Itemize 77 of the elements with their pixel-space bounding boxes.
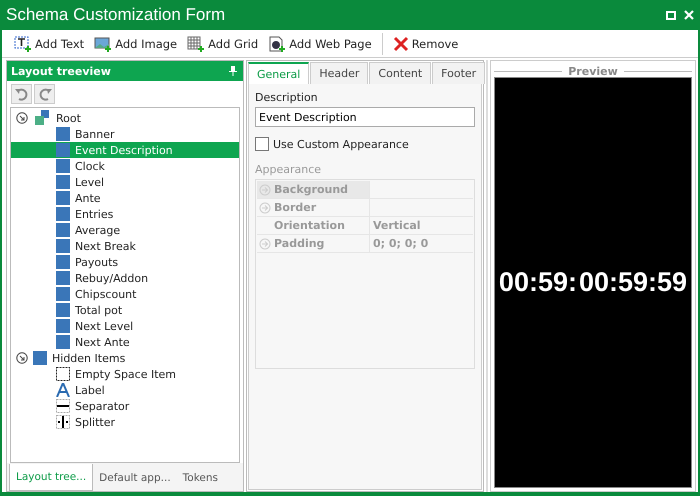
add-button[interactable]: Add Text [10, 34, 88, 54]
panel-tab[interactable]: Tokens [176, 464, 224, 491]
item-icon [56, 223, 70, 237]
separator-icon [56, 399, 70, 413]
window-title: Schema Customization Form [6, 5, 226, 25]
item-icon [56, 319, 70, 333]
expand-toggle-icon[interactable] [16, 112, 28, 124]
splitter-icon [56, 415, 70, 429]
item-icon [56, 191, 70, 205]
property-name: Border [274, 201, 316, 214]
item-icon [56, 159, 70, 173]
add-button[interactable]: Add Web Page [264, 34, 376, 54]
property-value: 0; 0; 0; 0 [373, 237, 428, 250]
clock-text: 00:59:59 [578, 267, 688, 298]
redo-button[interactable] [34, 84, 55, 104]
item-icon [56, 335, 70, 349]
property-value: Vertical [373, 219, 421, 232]
item-icon [56, 143, 70, 157]
tree-item[interactable]: Label [11, 382, 239, 398]
pin-icon[interactable] [229, 66, 237, 76]
preview-title: Preview [568, 64, 618, 78]
tree-item[interactable]: Total pot [11, 302, 239, 318]
group-icon [33, 110, 51, 126]
tree-item[interactable]: Ante [11, 190, 239, 206]
tree-item[interactable]: Empty Space Item [11, 366, 239, 382]
tree-item[interactable]: Root [11, 110, 239, 126]
tree-item[interactable]: Average [11, 222, 239, 238]
clock-text: 00:59: [498, 267, 577, 298]
image-icon [94, 36, 112, 52]
item-icon [56, 287, 70, 301]
tree-item[interactable]: Payouts [11, 254, 239, 270]
add-button[interactable]: Add Grid [183, 34, 262, 54]
field-label: Description [255, 91, 319, 104]
expand-toggle-icon[interactable] [16, 352, 28, 364]
tree-item[interactable]: Banner [11, 126, 239, 142]
tree-item[interactable]: Hidden Items [11, 350, 239, 366]
font-icon [56, 383, 70, 397]
tree-item[interactable]: Next Ante [11, 334, 239, 350]
tree-item[interactable]: Chipscount [11, 286, 239, 302]
redo-icon [38, 87, 52, 101]
item-icon [56, 175, 70, 189]
panel-title: Layout treeview [11, 64, 111, 78]
panel-tab[interactable]: Default app... [93, 464, 177, 491]
item-icon [56, 271, 70, 285]
tree-item[interactable]: Entries [11, 206, 239, 222]
tree-item[interactable]: Rebuy/Addon [11, 270, 239, 286]
tree-item[interactable]: Separator [11, 398, 239, 414]
remove-button[interactable]: Remove [388, 34, 462, 54]
dashed-square-icon [56, 367, 70, 381]
item-icon [56, 207, 70, 221]
property-name: Background [274, 183, 348, 196]
grid-icon [187, 36, 206, 52]
delete-icon [392, 36, 409, 52]
text-box-icon [14, 36, 32, 52]
item-icon [33, 351, 47, 365]
tab[interactable]: Footer [432, 62, 486, 84]
tree-item[interactable]: Clock [11, 158, 239, 174]
tree-item[interactable]: Level [11, 174, 239, 190]
property-name: Padding [274, 237, 324, 250]
tab[interactable]: Content [369, 62, 432, 84]
tab[interactable]: General [248, 62, 310, 84]
tree-item[interactable]: Splitter [11, 414, 239, 430]
add-button[interactable]: Add Image [90, 34, 182, 54]
tree-item[interactable]: Next Break [11, 238, 239, 254]
item-icon [56, 255, 70, 269]
section-label: Appearance [255, 163, 322, 176]
item-icon [56, 239, 70, 253]
tab[interactable]: Header [310, 62, 368, 84]
item-icon [56, 303, 70, 317]
description-field[interactable]: Event Description [255, 107, 475, 127]
undo-icon [14, 87, 28, 101]
tree-item[interactable]: Next Level [11, 318, 239, 334]
item-icon [56, 127, 70, 141]
custom-appearance-checkbox[interactable]: Use Custom Appearance [255, 137, 475, 151]
undo-button[interactable] [11, 84, 32, 104]
property-name: Orientation [274, 219, 345, 232]
panel-tab[interactable]: Layout tree... [9, 464, 94, 491]
